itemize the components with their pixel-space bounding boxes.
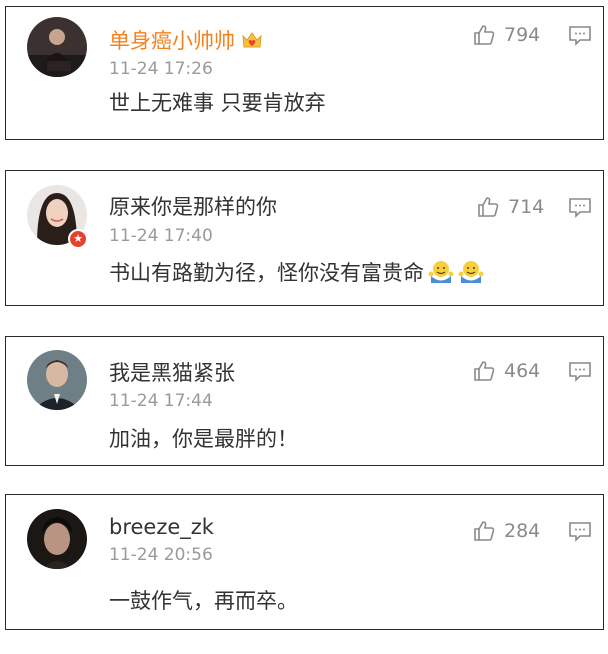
- username[interactable]: 原来你是那样的你: [109, 191, 277, 221]
- thumbs-up-icon: [474, 361, 495, 381]
- like-count: 714: [508, 196, 545, 218]
- comment-text: 加油，你是最胖的！: [109, 427, 298, 451]
- like-button[interactable]: 714: [476, 195, 544, 219]
- comment-button[interactable]: [568, 197, 592, 219]
- like-button[interactable]: 794: [472, 23, 540, 47]
- comment-button[interactable]: [568, 361, 592, 383]
- comment-bubble-icon: [569, 522, 591, 542]
- username[interactable]: 单身癌小帅帅: [109, 25, 263, 55]
- comment-text: 书山有路勤为径，怪你没有富贵命: [109, 257, 484, 287]
- comment-bubble-icon: [569, 26, 591, 46]
- comment-button[interactable]: [568, 25, 592, 47]
- timestamp: 11-24 20:56: [109, 545, 213, 565]
- like-count: 794: [504, 24, 541, 46]
- username[interactable]: breeze_zk: [109, 515, 214, 539]
- username[interactable]: 我是黑猫紧张: [109, 357, 235, 387]
- thumbs-up-icon: [474, 25, 495, 45]
- shrug-emoji-icon: [428, 261, 454, 283]
- like-count: 284: [504, 520, 541, 542]
- avatar[interactable]: [27, 509, 87, 569]
- comment-text: 一鼓作气，再而卒。: [109, 589, 298, 613]
- like-count: 464: [504, 360, 541, 382]
- timestamp: 11-24 17:40: [109, 226, 213, 246]
- avatar[interactable]: [27, 17, 87, 77]
- comment-button[interactable]: [568, 521, 592, 543]
- verified-badge-icon: ★: [68, 229, 88, 249]
- comment-card: ★ 原来你是那样的你 11-24 17:40 书山有路勤为径，怪你没有富贵命 7…: [5, 170, 604, 306]
- comment-bubble-icon: [569, 362, 591, 382]
- like-button[interactable]: 284: [472, 519, 540, 543]
- comment-card: 我是黑猫紧张 11-24 17:44 加油，你是最胖的！ 464: [5, 336, 604, 466]
- comment-bubble-icon: [569, 198, 591, 218]
- thumbs-up-icon: [474, 521, 495, 541]
- timestamp: 11-24 17:44: [109, 391, 213, 411]
- thumbs-up-icon: [478, 197, 499, 217]
- avatar[interactable]: [27, 350, 87, 410]
- comment-card: 单身癌小帅帅 11-24 17:26 世上无难事 只要肯放弃 794: [5, 6, 604, 140]
- comment-text: 世上无难事 只要肯放弃: [109, 91, 326, 115]
- like-button[interactable]: 464: [472, 359, 540, 383]
- crown-heart-icon: [242, 32, 262, 48]
- timestamp: 11-24 17:26: [109, 59, 213, 79]
- shrug-emoji-icon: [458, 261, 484, 283]
- comment-card: breeze_zk 11-24 20:56 一鼓作气，再而卒。 284: [5, 494, 604, 630]
